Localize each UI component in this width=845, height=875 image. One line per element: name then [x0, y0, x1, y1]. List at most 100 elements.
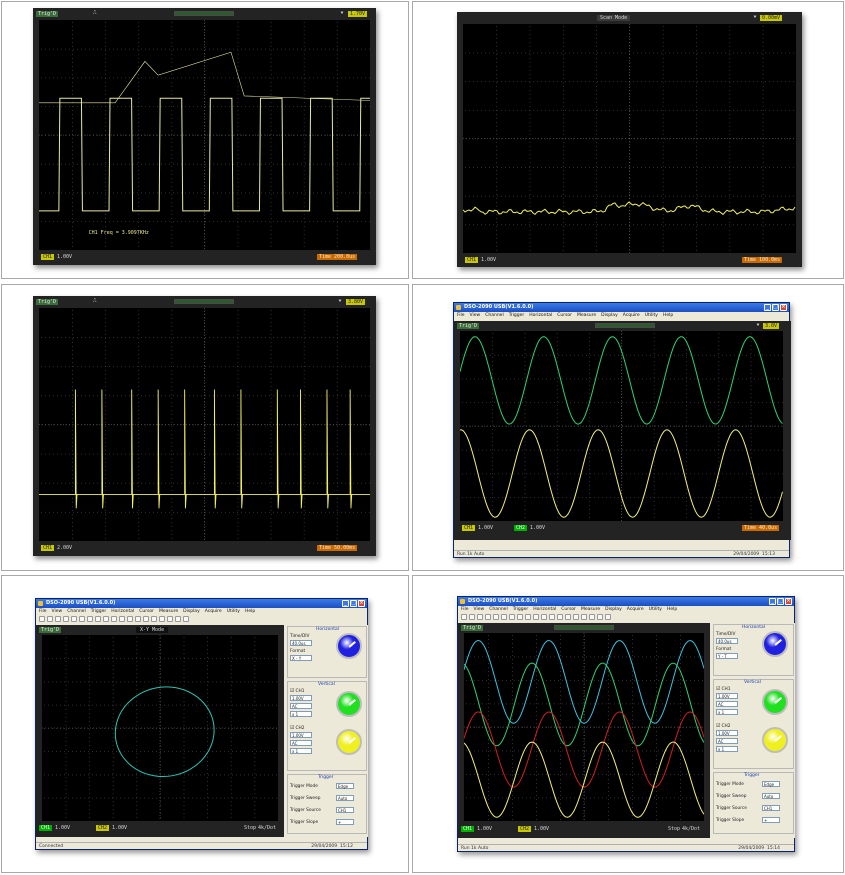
toolbar-button-icon[interactable]: [39, 616, 45, 622]
menu-item-measure[interactable]: Measure: [159, 608, 178, 615]
scope-screen[interactable]: [463, 24, 796, 253]
menu-item-help[interactable]: Help: [663, 312, 673, 319]
toolbar-button-icon[interactable]: [151, 616, 157, 622]
menu-item-file[interactable]: File: [461, 606, 469, 613]
ch1-volts-knob[interactable]: [762, 689, 788, 715]
menu-item-cursor[interactable]: Cursor: [557, 312, 572, 319]
ch2-enable-checkbox[interactable]: CH2: [716, 723, 730, 729]
memory-position-bar[interactable]: [554, 625, 614, 630]
trigger-sweep-select[interactable]: Auto: [336, 795, 354, 801]
menu-item-horizontal[interactable]: Horizontal: [533, 606, 556, 613]
toolbar-button-icon[interactable]: [175, 616, 181, 622]
close-icon[interactable]: ×: [780, 304, 787, 311]
trigger-mode-select[interactable]: Edge: [336, 783, 354, 789]
toolbar-button-icon[interactable]: [517, 614, 523, 620]
memory-position-bar[interactable]: [174, 299, 234, 304]
format-select[interactable]: X - Y: [290, 655, 312, 661]
toolbar-button-icon[interactable]: [103, 616, 109, 622]
menu-item-trigger[interactable]: Trigger: [509, 312, 525, 319]
trigger-mode-select[interactable]: Edge: [762, 781, 780, 787]
toolbar-button-icon[interactable]: [581, 614, 587, 620]
menu-item-trigger[interactable]: Trigger: [513, 606, 529, 613]
close-icon[interactable]: ×: [358, 600, 365, 607]
maximize-icon[interactable]: □: [350, 600, 357, 607]
toolbar-button-icon[interactable]: [597, 614, 603, 620]
close-icon[interactable]: ×: [785, 598, 792, 605]
toolbar-button-icon[interactable]: [79, 616, 85, 622]
menu-item-cursor[interactable]: Cursor: [561, 606, 576, 613]
minimize-icon[interactable]: _: [769, 598, 776, 605]
ch2-probe-select[interactable]: x 1: [716, 746, 738, 752]
toolbar-button-icon[interactable]: [485, 614, 491, 620]
ch2-enable-checkbox[interactable]: CH2: [290, 725, 304, 731]
ch1-coupling-select[interactable]: AC: [290, 703, 312, 709]
ch2-coupling-select[interactable]: AC: [716, 738, 738, 744]
toolbar-button-icon[interactable]: [87, 616, 93, 622]
ch2-volts-select[interactable]: 1.00V: [716, 730, 738, 736]
menu-item-acquire[interactable]: Acquire: [205, 608, 222, 615]
ch2-volts-knob[interactable]: [336, 729, 362, 755]
menu-item-measure[interactable]: Measure: [577, 312, 596, 319]
toolbar-button-icon[interactable]: [127, 616, 133, 622]
menu-item-acquire[interactable]: Acquire: [627, 606, 644, 613]
toolbar-button-icon[interactable]: [183, 616, 189, 622]
ch1-enable-checkbox[interactable]: CH1: [716, 686, 730, 692]
menu-item-display[interactable]: Display: [183, 608, 200, 615]
ch1-probe-select[interactable]: x 1: [716, 709, 738, 715]
format-select[interactable]: Y - T: [716, 653, 738, 659]
toolbar-button-icon[interactable]: [573, 614, 579, 620]
menu-item-channel[interactable]: Channel: [67, 608, 85, 615]
menu-item-cursor[interactable]: Cursor: [139, 608, 154, 615]
toolbar-button-icon[interactable]: [119, 616, 125, 622]
toolbar-button-icon[interactable]: [589, 614, 595, 620]
trigger-sweep-select[interactable]: Auto: [762, 793, 780, 799]
menu-item-utility[interactable]: Utility: [227, 608, 240, 615]
toolbar-button-icon[interactable]: [557, 614, 563, 620]
scope-screen[interactable]: [39, 308, 370, 541]
menu-item-acquire[interactable]: Acquire: [623, 312, 640, 319]
window-titlebar[interactable]: DSO-2090 USB(V1.6.0.0) _ □ ×: [458, 597, 794, 606]
toolbar-button-icon[interactable]: [549, 614, 555, 620]
menu-item-help[interactable]: Help: [245, 608, 255, 615]
toolbar-button-icon[interactable]: [111, 616, 117, 622]
menu-item-view[interactable]: View: [474, 606, 485, 613]
toolbar-button-icon[interactable]: [525, 614, 531, 620]
ch1-volts-knob[interactable]: [336, 691, 362, 717]
toolbar-button-icon[interactable]: [55, 616, 61, 622]
toolbar-button-icon[interactable]: [461, 614, 467, 620]
ch1-volts-select[interactable]: 1.00V: [290, 695, 312, 701]
scope-screen[interactable]: [460, 331, 783, 521]
memory-position-bar[interactable]: [174, 11, 234, 16]
toolbar-button-icon[interactable]: [509, 614, 515, 620]
menu-item-channel[interactable]: Channel: [489, 606, 507, 613]
toolbar-button-icon[interactable]: [135, 616, 141, 622]
window-titlebar[interactable]: DSO-2090 USB(V1.6.0.0) _ □ ×: [36, 599, 367, 608]
ch2-volts-select[interactable]: 1.00V: [290, 732, 312, 738]
maximize-icon[interactable]: □: [777, 598, 784, 605]
ch2-probe-select[interactable]: x 1: [290, 748, 312, 754]
toolbar-button-icon[interactable]: [95, 616, 101, 622]
ch2-volts-knob[interactable]: [762, 727, 788, 753]
toolbar-button-icon[interactable]: [541, 614, 547, 620]
scope-screen[interactable]: [464, 633, 704, 821]
menu-item-channel[interactable]: Channel: [485, 312, 503, 319]
minimize-icon[interactable]: _: [764, 304, 771, 311]
memory-position-bar[interactable]: [595, 323, 655, 328]
toolbar-button-icon[interactable]: [477, 614, 483, 620]
menu-item-view[interactable]: View: [52, 608, 63, 615]
menu-item-utility[interactable]: Utility: [649, 606, 662, 613]
timebase-knob[interactable]: [336, 633, 362, 659]
minimize-icon[interactable]: _: [342, 600, 349, 607]
toolbar-button-icon[interactable]: [533, 614, 539, 620]
trigger-slope-select[interactable]: +: [762, 817, 780, 823]
menu-item-horizontal[interactable]: Horizontal: [111, 608, 134, 615]
ch1-enable-checkbox[interactable]: CH1: [290, 688, 304, 694]
toolbar-button-icon[interactable]: [565, 614, 571, 620]
menu-item-measure[interactable]: Measure: [581, 606, 600, 613]
toolbar-button-icon[interactable]: [167, 616, 173, 622]
toolbar-button-icon[interactable]: [501, 614, 507, 620]
timediv-select[interactable]: 40.0us: [716, 638, 738, 644]
toolbar-button-icon[interactable]: [605, 614, 611, 620]
ch1-probe-select[interactable]: x 1: [290, 711, 312, 717]
menu-item-file[interactable]: File: [457, 312, 465, 319]
